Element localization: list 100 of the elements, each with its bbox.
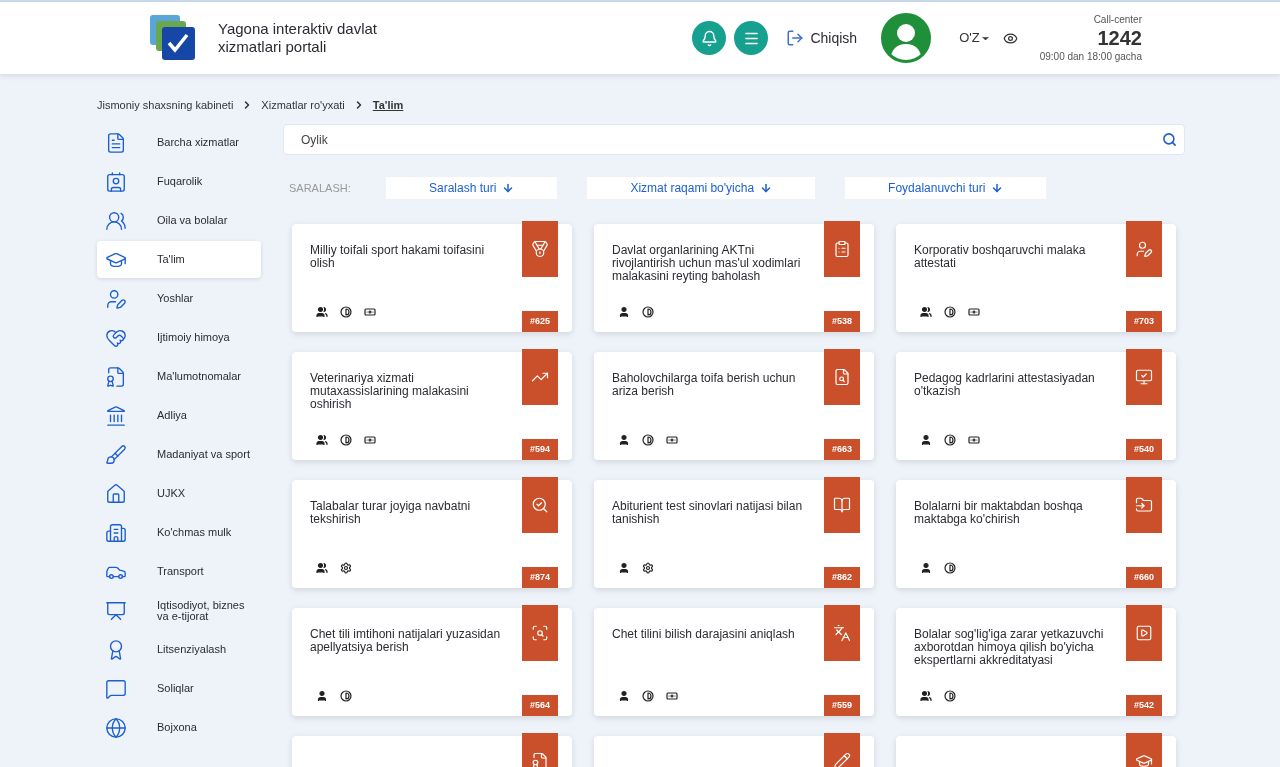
users-icon <box>920 306 932 318</box>
users-icon <box>920 690 932 702</box>
medal-icon <box>531 240 549 258</box>
service-number: #625 <box>522 311 558 332</box>
language-dropdown[interactable]: O'Z <box>959 28 991 48</box>
sort-button[interactable]: Xizmat raqami bo'yicha <box>587 177 816 199</box>
banknote-icon <box>666 690 678 702</box>
sort-button[interactable]: Foydalanuvchi turi <box>845 177 1047 199</box>
sidebar-item[interactable]: Fuqarolik <box>97 163 261 200</box>
portal-title: Yagona interaktiv davlat xizmatlari portali <box>218 20 378 56</box>
banknote-icon <box>364 434 376 446</box>
breadcrumb-link[interactable]: Jismoniy shaxsning kabineti <box>97 96 234 114</box>
service-card[interactable] <box>594 736 874 767</box>
service-number: #660 <box>1126 567 1162 588</box>
service-card[interactable]: Veterinariya xizmati mutaxassislarining malakasini oshirish #594 <box>292 352 572 460</box>
breadcrumb-link[interactable]: Ta'lim <box>372 96 404 114</box>
portal-logo-icon <box>150 15 196 61</box>
clipboard-icon <box>833 240 851 258</box>
breadcrumb-link[interactable]: Xizmatlar ro'yxati <box>261 96 345 114</box>
user-pen-icon <box>1135 240 1153 258</box>
logout-button[interactable]: Chiqish <box>786 27 858 49</box>
sort-button[interactable]: Saralash turi <box>386 177 558 199</box>
sidebar-item[interactable]: Ijtimoiy himoya <box>97 319 261 356</box>
service-card[interactable]: Baholovchilarga toifa berish uchun ariza berish #663 <box>594 352 874 460</box>
card-title: Talabalar turar joyiga navbatni tekshirish <box>310 500 472 526</box>
card-title: Veterinariya xizmati mutaxassislarining malakasini oshirish <box>310 372 470 411</box>
bell-icon <box>700 29 718 47</box>
service-card[interactable] <box>896 736 1176 767</box>
sidebar-item[interactable]: Yoshlar <box>97 280 261 317</box>
sidebar-item[interactable]: Transport <box>97 553 261 590</box>
card-title: Chet tilini bilish darajasini aniqlash <box>612 628 796 641</box>
half-circle-icon <box>944 434 956 446</box>
notifications-button[interactable] <box>692 21 727 55</box>
call-center-label: Call-center <box>1093 13 1142 27</box>
service-card[interactable]: Chet tili imtihoni natijalari yuzasidan apellyatsiya berish #564 <box>292 608 572 716</box>
arrow-down-icon <box>991 182 1004 194</box>
file-search-icon <box>833 368 851 386</box>
service-card[interactable]: Bolalarni bir maktabdan boshqa maktabga ko'chirish #660 <box>896 480 1176 588</box>
service-number: #594 <box>522 439 558 460</box>
user-icon <box>618 690 630 702</box>
user-icon <box>920 562 932 574</box>
sidebar-item[interactable]: Iqtisodiyot, biznes va e-tijorat <box>97 592 261 629</box>
half-circle-icon <box>944 306 956 318</box>
logout-icon <box>786 29 805 47</box>
card-title: Bolalar sog'lig'iga zarar yetkazuvchi axborotdan himoya qilish bo'yicha ekspertlarni akkreditatyasi <box>914 628 1105 667</box>
service-number: #559 <box>824 695 860 716</box>
search-field[interactable]: Oylik <box>283 124 1185 155</box>
service-card[interactable] <box>292 736 572 767</box>
sidebar-item[interactable]: Ma'lumotnomalar <box>97 358 261 395</box>
sidebar-item[interactable]: Oila va bolalar <box>97 202 261 239</box>
chat-icon <box>105 677 127 700</box>
banknote-icon <box>364 306 376 318</box>
certificate-icon <box>105 365 127 388</box>
banknote-icon <box>968 434 980 446</box>
service-number: #703 <box>1126 311 1162 332</box>
user-icon <box>618 306 630 318</box>
folder-icon <box>1135 496 1153 514</box>
user-icon <box>920 434 932 446</box>
service-number: #540 <box>1126 439 1162 460</box>
service-number: #874 <box>522 567 558 588</box>
service-card[interactable]: Milliy toifali sport hakami toifasini olish #625 <box>292 224 572 332</box>
card-title: Pedagog kadrlarini attestasiyadan o'tkazish <box>914 372 1096 398</box>
half-circle-icon <box>944 690 956 702</box>
service-card[interactable]: Korporativ boshqaruvchi malaka attestati #703 <box>896 224 1176 332</box>
scan-icon <box>531 624 549 642</box>
menu-button[interactable] <box>734 21 769 55</box>
sidebar-item[interactable]: Adliya <box>97 397 261 434</box>
sidebar-item[interactable]: Ko'chmas mulk <box>97 514 261 551</box>
service-card[interactable]: Abiturient test sinovlari natijasi bilan tanishish #862 <box>594 480 874 588</box>
certificate-icon <box>531 752 549 767</box>
call-center-hours: 09:00 dan 18:00 gacha <box>1039 50 1142 64</box>
card-title: Chet tili imtihoni natijalari yuzasidan apellyatsiya berish <box>310 628 502 654</box>
monitor-icon <box>1135 368 1153 386</box>
users-icon <box>316 306 328 318</box>
service-card[interactable]: Pedagog kadrlarini attestasiyadan o'tkazish #540 <box>896 352 1176 460</box>
service-card[interactable]: Bolalar sog'lig'iga zarar yetkazuvchi axborotdan himoya qilish bo'yicha ekspertlarni akkreditatyasi #542 <box>896 608 1176 716</box>
user-icon <box>618 562 630 574</box>
play-icon <box>1135 624 1153 642</box>
family-icon <box>105 209 127 232</box>
half-circle-icon <box>340 306 352 318</box>
sidebar-item[interactable]: Soliqlar <box>97 670 261 707</box>
sidebar-item[interactable]: UJKX <box>97 475 261 512</box>
half-circle-icon <box>340 690 352 702</box>
book-icon <box>833 496 851 514</box>
service-card[interactable]: Chet tilini bilish darajasini aniqlash #559 <box>594 608 874 716</box>
pencil-icon <box>833 752 851 767</box>
service-card[interactable]: Davlat organlarining AKTni rivojlantirish uchun mas'ul xodimlari malakasini reyting baholash #538 <box>594 224 874 332</box>
sidebar-item[interactable]: Litsenziyalash <box>97 631 261 668</box>
bank-building-icon <box>105 404 127 427</box>
sidebar-item[interactable]: Barcha xizmatlar <box>97 124 261 161</box>
house-icon <box>105 482 127 505</box>
service-number: #564 <box>522 695 558 716</box>
sidebar-item[interactable]: Madaniyat va sport <box>97 436 261 473</box>
half-circle-icon <box>642 434 654 446</box>
service-card[interactable]: Talabalar turar joyiga navbatni tekshirish #874 <box>292 480 572 588</box>
document-icon <box>105 131 127 154</box>
sidebar-item[interactable]: Ta'lim <box>97 241 261 278</box>
globe-icon <box>105 716 127 739</box>
sidebar-item[interactable]: Bojxona <box>97 709 261 746</box>
avatar[interactable] <box>881 13 932 63</box>
